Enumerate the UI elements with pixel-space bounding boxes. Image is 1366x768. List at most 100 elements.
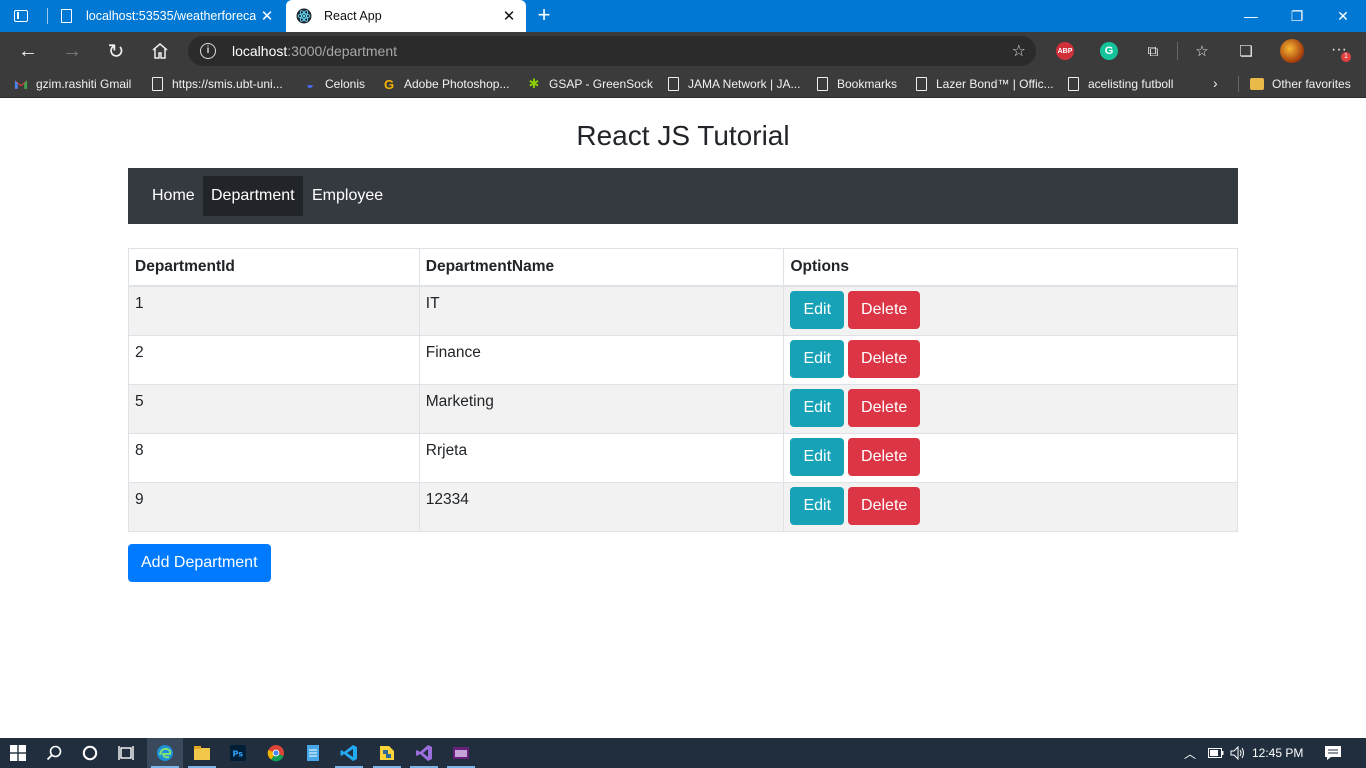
task-view-button[interactable] [108,738,144,768]
taskbar-clock[interactable]: 12:45 PM [1252,738,1303,768]
tab-actions-button[interactable] [6,4,36,28]
new-tab-button[interactable]: + [532,3,556,27]
bookmark-celonis[interactable]: ◒ Celonis [303,70,365,98]
taskbar-file-explorer[interactable] [184,738,220,768]
collections-icon[interactable]: ❏ [1235,40,1257,62]
close-icon[interactable]: ✕ [498,7,520,25]
show-hidden-icons[interactable]: ︿ [1184,738,1196,768]
department-id-cell: 2 [128,334,420,385]
options-cell: Edit Delete [783,285,1238,336]
bookmark-label: Bookmarks [837,77,898,91]
arrow-left-icon: ← [18,39,38,62]
department-name-cell: Rrjeta [418,432,785,483]
bookmark-gmail[interactable]: gzim.rashiti Gmail [14,70,131,98]
cortana-icon [82,745,98,761]
bookmark-smis[interactable]: https://smis.ubt-uni... [150,70,283,98]
delete-button[interactable]: Delete [848,388,921,427]
bookmark-acelisting[interactable]: acelisting futboll [1066,70,1173,98]
gsap-icon: ✱ [528,76,540,91]
bookmark-gsap[interactable]: ✱ GSAP - GreenSock [527,70,653,98]
favorites-divider [1238,76,1239,92]
nav-home[interactable]: Home [144,176,203,216]
add-favorite-icon[interactable]: ☆ [1012,41,1026,61]
adblock-extension-icon[interactable]: ABP [1056,42,1074,60]
taskbar-visual-studio[interactable] [406,738,442,768]
favorites-icon[interactable]: ☆ [1191,40,1213,62]
add-department-button[interactable]: Add Department [128,544,271,582]
vscode-icon [340,745,357,761]
bookmark-jama[interactable]: JAMA Network | JA... [666,70,800,98]
department-id-cell: 1 [128,285,420,336]
department-name-cell: 12334 [418,481,785,532]
taskbar-edge[interactable] [147,738,183,768]
tab-title: localhost:53535/weatherforecast [86,9,256,23]
tab-weatherforecast[interactable]: localhost:53535/weatherforecast ✕ [48,0,284,32]
taskbar-vscode[interactable] [331,738,367,768]
taskbar-search-button[interactable] [36,738,72,768]
taskbar-terminal[interactable] [443,738,479,768]
tab-actions-icon [14,10,28,22]
tab-react-app[interactable]: React App ✕ [286,0,526,32]
nav-employee[interactable]: Employee [304,176,391,216]
table-header-row: DepartmentId DepartmentName Options [128,248,1238,287]
restore-button[interactable]: ❐ [1274,0,1320,32]
forward-button[interactable]: → [56,35,88,67]
svg-text:Ps: Ps [233,750,244,759]
refresh-button[interactable]: ↻ [100,35,132,67]
cortana-button[interactable] [72,738,108,768]
chevron-right-icon[interactable]: › [1213,75,1218,91]
delete-button[interactable]: Delete [848,486,921,525]
taskbar-python[interactable] [369,738,405,768]
notification-icon [1325,746,1341,760]
bookmark-photoshop[interactable]: G Adobe Photoshop... [382,70,509,98]
tab-title: React App [324,9,382,23]
windows-taskbar: Ps ︿ 12:45 PM [0,738,1366,768]
profile-avatar[interactable] [1280,39,1304,63]
page-title: React JS Tutorial [576,120,790,151]
terminal-icon [453,747,469,759]
edit-button[interactable]: Edit [790,486,845,525]
nav-department[interactable]: Department [203,176,303,216]
home-icon [152,43,168,59]
delete-button[interactable]: Delete [848,291,921,329]
grammarly-extension-icon[interactable]: G [1100,42,1118,60]
edit-button[interactable]: Edit [790,437,845,476]
battery-icon[interactable] [1208,738,1224,768]
action-center-button[interactable] [1324,738,1342,768]
minimize-button[interactable]: — [1228,0,1274,32]
address-bar[interactable]: i localhost:3000/department ☆ [188,36,1036,66]
windows-start-icon [10,745,26,761]
volume-icon[interactable] [1230,738,1246,768]
start-button[interactable] [0,738,36,768]
column-header: DepartmentId [128,248,420,287]
taskbar-notepad[interactable] [295,738,331,768]
table-row: 9 12334 Edit Delete [128,481,1238,532]
extensions-icon[interactable]: ⧉ [1142,40,1164,62]
department-id-cell: 8 [128,432,420,483]
taskbar-chrome[interactable] [258,738,294,768]
react-icon [296,8,312,24]
back-button[interactable]: ← [12,35,44,67]
refresh-icon: ↻ [107,40,125,63]
bookmark-label: Lazer Bond™ | Offic... [936,77,1054,91]
edit-button[interactable]: Edit [790,339,845,378]
home-button[interactable] [144,35,176,67]
bookmark-lazer-bond[interactable]: Lazer Bond™ | Offic... [914,70,1054,98]
department-id-cell: 5 [128,383,420,434]
site-info-icon[interactable]: i [200,43,216,59]
url-text[interactable]: localhost:3000/department [232,43,397,59]
edit-button[interactable]: Edit [790,291,845,329]
python-icon [380,746,394,760]
table-row: 8 Rrjeta Edit Delete [128,432,1238,483]
favorites-bar: gzim.rashiti Gmail https://smis.ubt-uni.… [0,70,1366,98]
page-icon [666,76,680,92]
edit-button[interactable]: Edit [790,388,845,427]
delete-button[interactable]: Delete [848,437,921,476]
close-icon[interactable]: ✕ [256,7,278,25]
other-favorites[interactable]: Other favorites [1250,70,1351,98]
taskbar-photoshop[interactable]: Ps [220,738,256,768]
delete-button[interactable]: Delete [848,339,921,378]
bookmark-bookmarks[interactable]: Bookmarks [815,70,897,98]
chrome-icon [267,745,284,762]
close-window-button[interactable]: ✕ [1320,0,1366,32]
